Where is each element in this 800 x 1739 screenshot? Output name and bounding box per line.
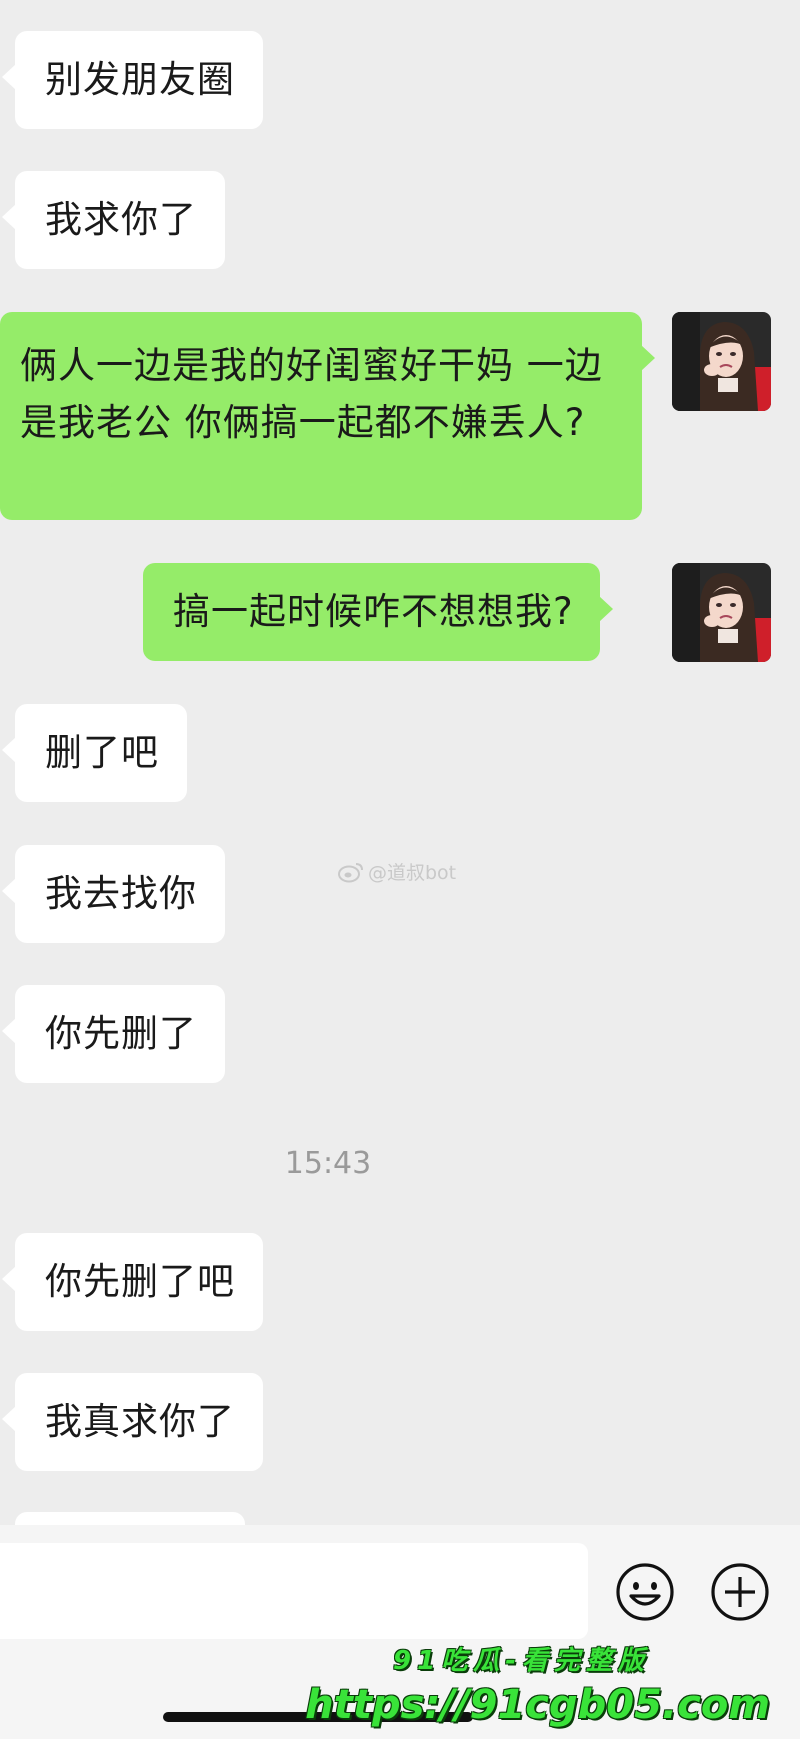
message-text: 我去找你 — [45, 872, 197, 915]
message-bubble-incoming[interactable]: 我真求你了 — [2, 1373, 263, 1471]
message-bubble-incoming[interactable]: 我求你了 — [2, 171, 225, 269]
message-text: 俩人一边是我的好闺蜜好干妈 一边是我老公 你俩搞一起都不嫌丢人? — [20, 344, 603, 444]
message-text: 你先删了 — [45, 1012, 197, 1055]
message-bubble-incoming[interactable]: 删了吧 — [2, 704, 187, 802]
weibo-watermark: @道叔bot — [338, 858, 456, 885]
message-bubble-incoming[interactable]: 你先删了吧 — [2, 1233, 263, 1331]
promo-url-link[interactable]: https://91cgb05.com — [305, 1682, 770, 1728]
watermark-text: @道叔bot — [368, 862, 457, 884]
avatar[interactable] — [672, 312, 771, 411]
avatar-photo — [672, 563, 771, 662]
message-bubble-outgoing[interactable]: 俩人一边是我的好闺蜜好干妈 一边是我老公 你俩搞一起都不嫌丢人? — [0, 312, 655, 520]
message-text: 我求你了 — [45, 198, 197, 241]
plus-circle-icon[interactable] — [710, 1562, 770, 1622]
message-text: 我真求你了 — [45, 1400, 235, 1443]
message-text: 别发朋友圈 — [45, 58, 235, 101]
message-timestamp: 15:43 — [284, 1146, 372, 1181]
emoji-icon[interactable] — [615, 1562, 675, 1622]
avatar-photo — [672, 312, 771, 411]
message-bubble-incoming[interactable]: 你先删了 — [2, 985, 225, 1083]
message-bubble-incoming[interactable]: 别发朋友圈 — [2, 31, 263, 129]
message-bubble-incoming[interactable]: 我去找你 — [2, 845, 225, 943]
message-bubble-incoming[interactable] — [15, 1512, 245, 1525]
promo-banner-text: 91吃瓜-看完整版 — [393, 1646, 650, 1676]
avatar[interactable] — [672, 563, 771, 662]
message-text: 删了吧 — [45, 731, 159, 774]
message-text: 你先删了吧 — [45, 1260, 235, 1303]
chat-message-list: 别发朋友圈 我求你了 俩人一边是我的好闺蜜好干妈 一边是我老公 你俩搞一起都不嫌… — [0, 0, 800, 1525]
message-text: 搞一起时候咋不想想我? — [173, 590, 574, 633]
message-input[interactable] — [0, 1543, 588, 1639]
weibo-icon — [338, 862, 363, 882]
message-bubble-outgoing[interactable]: 搞一起时候咋不想想我? — [143, 563, 613, 661]
